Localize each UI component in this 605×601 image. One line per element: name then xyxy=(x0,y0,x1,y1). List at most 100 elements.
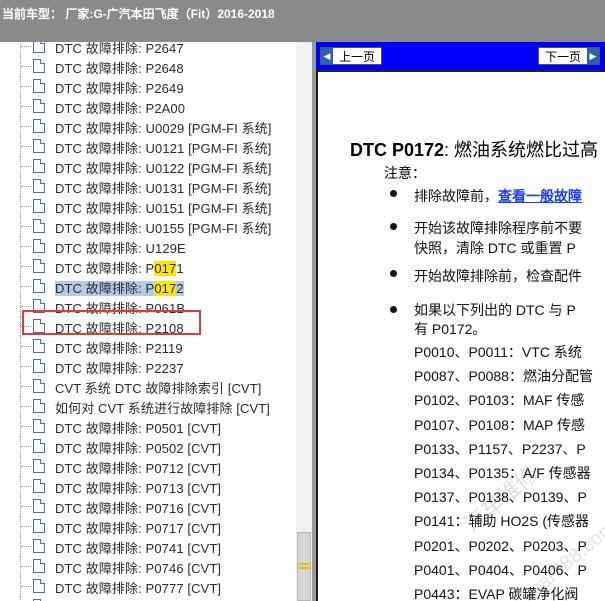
tree-pane[interactable]: DTC 故障排除: P2647 DTC 故障排除: P2648 DTC 故障排除: … xyxy=(0,42,312,601)
tree-item-text: DTC 故障排除: U0121 [PGM-FI 系统] xyxy=(55,141,272,156)
tree-item-text: DTC 故障排除: U0131 [PGM-FI 系统] xyxy=(55,181,272,196)
tree-item[interactable]: DTC 故障排除: P2649 xyxy=(0,76,300,96)
tree-scrollbar-thumb[interactable] xyxy=(297,532,311,601)
tree-connector xyxy=(21,486,31,487)
tree-item[interactable]: DTC 故障排除: U129E xyxy=(0,236,300,256)
tree-connector xyxy=(21,566,31,567)
nav-bar: ◀ 上一页 下一页 ▶ xyxy=(316,42,605,70)
document-icon xyxy=(33,499,45,513)
dtc-code-line: P0141：辅助 HO2S (传感器 xyxy=(414,513,590,530)
label-suffix: 1 xyxy=(176,261,184,276)
tree-connector xyxy=(21,406,31,407)
document-pane: ◀ 上一页 下一页 ▶ DTC P0172: 燃油系统燃比过高 注意： 排除故障… xyxy=(316,42,605,601)
tree-item-text: DTC 故障排除: P0746 [CVT] xyxy=(55,561,222,576)
tree-item-label: DTC 故障排除: U0121 [PGM-FI 系统] xyxy=(55,138,272,157)
dtc-code-line: P0107、P0108：MAP 传感 xyxy=(414,416,585,433)
tree-item[interactable]: DTC 故障排除: P0502 [CVT] xyxy=(0,436,300,456)
tree-connector xyxy=(21,586,31,587)
tree-item-label: DTC 故障排除: P0717 [CVT] xyxy=(55,518,221,537)
tree-item[interactable]: DTC 故障排除: U0151 [PGM-FI 系统] xyxy=(0,196,300,216)
tree-item[interactable]: DTC 故障排除: P2A00 xyxy=(0,96,300,116)
tree-connector xyxy=(21,166,31,167)
tree-item[interactable]: DTC 故障排除: P2647 xyxy=(0,42,300,56)
document-icon xyxy=(33,99,45,113)
tree-item-text: DTC 故障排除: P0741 [CVT] xyxy=(55,541,222,556)
document-icon xyxy=(33,559,45,573)
tree-item[interactable]: DTC 故障排除: U0155 [PGM-FI 系统] xyxy=(0,216,300,236)
tree-item-text: DTC 故障排除: P0717 [CVT] xyxy=(55,521,222,536)
dtc-code-line: P0401、P0404、P0406、P xyxy=(414,561,587,578)
tree-item[interactable]: DTC 故障排除: P2648 xyxy=(0,56,300,76)
tree-item[interactable]: DTC 故障排除: P0171 xyxy=(0,256,300,276)
tree-connector xyxy=(21,546,31,547)
tree-item-text: DTC 故障排除: P0502 [CVT] xyxy=(55,441,222,456)
label-prefix: DTC 故障排除: P xyxy=(55,281,155,296)
document-icon xyxy=(33,119,45,133)
notice-heading: 注意： xyxy=(384,165,426,181)
tree-connector xyxy=(21,426,31,427)
tree-item[interactable]: DTC 故障排除: P0777 [CVT] xyxy=(0,576,300,596)
document-icon xyxy=(33,579,45,593)
tree-item[interactable]: DTC 故障排除: P0716 [CVT] xyxy=(0,496,300,516)
tree-item-text: DTC 故障排除: P2237 xyxy=(55,361,184,376)
tree-item-label: DTC 故障排除: P2119 xyxy=(55,338,183,357)
tree-connector xyxy=(21,306,31,307)
tree-scrollbar[interactable] xyxy=(296,42,312,601)
tree-item[interactable]: DTC 故障排除: P0780 [CVT] xyxy=(0,596,300,601)
tree-item[interactable]: DTC 故障排除: P0746 [CVT] xyxy=(0,556,300,576)
general-troubleshooting-link[interactable]: 查看一般故障 xyxy=(498,188,582,204)
bullet-1-prefix: 排除故障前， xyxy=(414,188,498,204)
label-prefix: DTC 故障排除: P xyxy=(55,261,155,276)
tree-item-label: DTC 故障排除: P2A00 xyxy=(55,98,185,117)
dtc-code-line: P0134、P0135：A/F 传感器 xyxy=(414,465,591,481)
tree-item-label: DTC 故障排除: P0712 [CVT] xyxy=(55,458,221,477)
tree-item-text: DTC 故障排除: P0777 [CVT] xyxy=(55,581,222,596)
tree-connector xyxy=(21,66,31,67)
tree-item-label: DTC 故障排除: P0713 [CVT] xyxy=(55,478,221,497)
prev-page-button[interactable]: ◀ 上一页 xyxy=(320,47,383,65)
document-icon xyxy=(33,399,45,413)
tree-item-label: DTC 故障排除: U0151 [PGM-FI 系统] xyxy=(55,198,272,217)
tree-item[interactable]: DTC 故障排除: P0501 [CVT] xyxy=(0,416,300,436)
tree-item[interactable]: DTC 故障排除: P0172 xyxy=(0,276,300,296)
tree-item[interactable]: DTC 故障排除: U0121 [PGM-FI 系统] xyxy=(0,136,300,156)
tree-item[interactable]: DTC 故障排除: U0029 [PGM-FI 系统] xyxy=(0,116,300,136)
tree-connector xyxy=(21,286,31,287)
document-icon xyxy=(33,459,45,473)
tree-item[interactable]: DTC 故障排除: U0131 [PGM-FI 系统] xyxy=(0,176,300,196)
tree-item-label: DTC 故障排除: U0122 [PGM-FI 系统] xyxy=(55,158,272,177)
tree-connector xyxy=(21,506,31,507)
document-icon xyxy=(33,539,45,553)
tree-connector xyxy=(21,86,31,87)
vehicle-title: 当前车型： 厂家:G-广汽本田飞度（Fit）2016-2018 xyxy=(2,7,275,21)
tree-item[interactable]: DTC 故障排除: P0713 [CVT] xyxy=(0,476,300,496)
tree-item-text: DTC 故障排除: P2A00 xyxy=(55,101,186,116)
document-icon xyxy=(33,79,45,93)
tree-item-label: DTC 故障排除: U129E xyxy=(55,238,186,257)
tree-item-text: DTC 故障排除: P0171 xyxy=(55,261,184,276)
tree-item[interactable]: DTC 故障排除: P2237 xyxy=(0,356,300,376)
tree-item-text: DTC 故障排除: P0716 [CVT] xyxy=(55,501,222,516)
bullet-4-line-2: 有 P0172。 xyxy=(414,321,487,337)
tree-item-label: CVT 系统 DTC 故障排除索引 [CVT] xyxy=(55,378,261,397)
tree-item[interactable]: CVT 系统 DTC 故障排除索引 [CVT] xyxy=(0,376,300,396)
search-match-highlight: 017 xyxy=(154,261,177,276)
page-title: DTC P0172: 燃油系统燃比过高 xyxy=(350,136,598,162)
tree-item-text: DTC 故障排除: P0712 [CVT] xyxy=(55,461,222,476)
tree-item[interactable]: 如何对 CVT 系统进行故障排除 [CVT] xyxy=(0,396,300,416)
tree-item[interactable]: DTC 故障排除: P0741 [CVT] xyxy=(0,536,300,556)
tree-item-text: 如何对 CVT 系统进行故障排除 [CVT] xyxy=(55,401,271,416)
document-icon xyxy=(33,479,45,493)
next-page-button[interactable]: 下一页 ▶ xyxy=(538,47,601,65)
dtc-code-line: P0201、P0202、P0203、P xyxy=(414,537,587,554)
tree-item-text: CVT 系统 DTC 故障排除索引 [CVT] xyxy=(55,381,262,396)
tree-item-label: DTC 故障排除: P0172 xyxy=(55,278,184,297)
document-icon xyxy=(33,219,45,233)
tree-item[interactable]: DTC 故障排除: P0717 [CVT] xyxy=(0,516,300,536)
tree-item[interactable]: DTC 故障排除: P2119 xyxy=(0,336,300,356)
tree-item[interactable]: DTC 故障排除: U0122 [PGM-FI 系统] xyxy=(0,156,300,176)
title-code: DTC P0172 xyxy=(350,140,445,160)
tree-item[interactable]: DTC 故障排除: P0712 [CVT] xyxy=(0,456,300,476)
dtc-code-line: P0137、P0138、P0139、P xyxy=(414,489,587,506)
bullet-icon xyxy=(390,306,397,313)
